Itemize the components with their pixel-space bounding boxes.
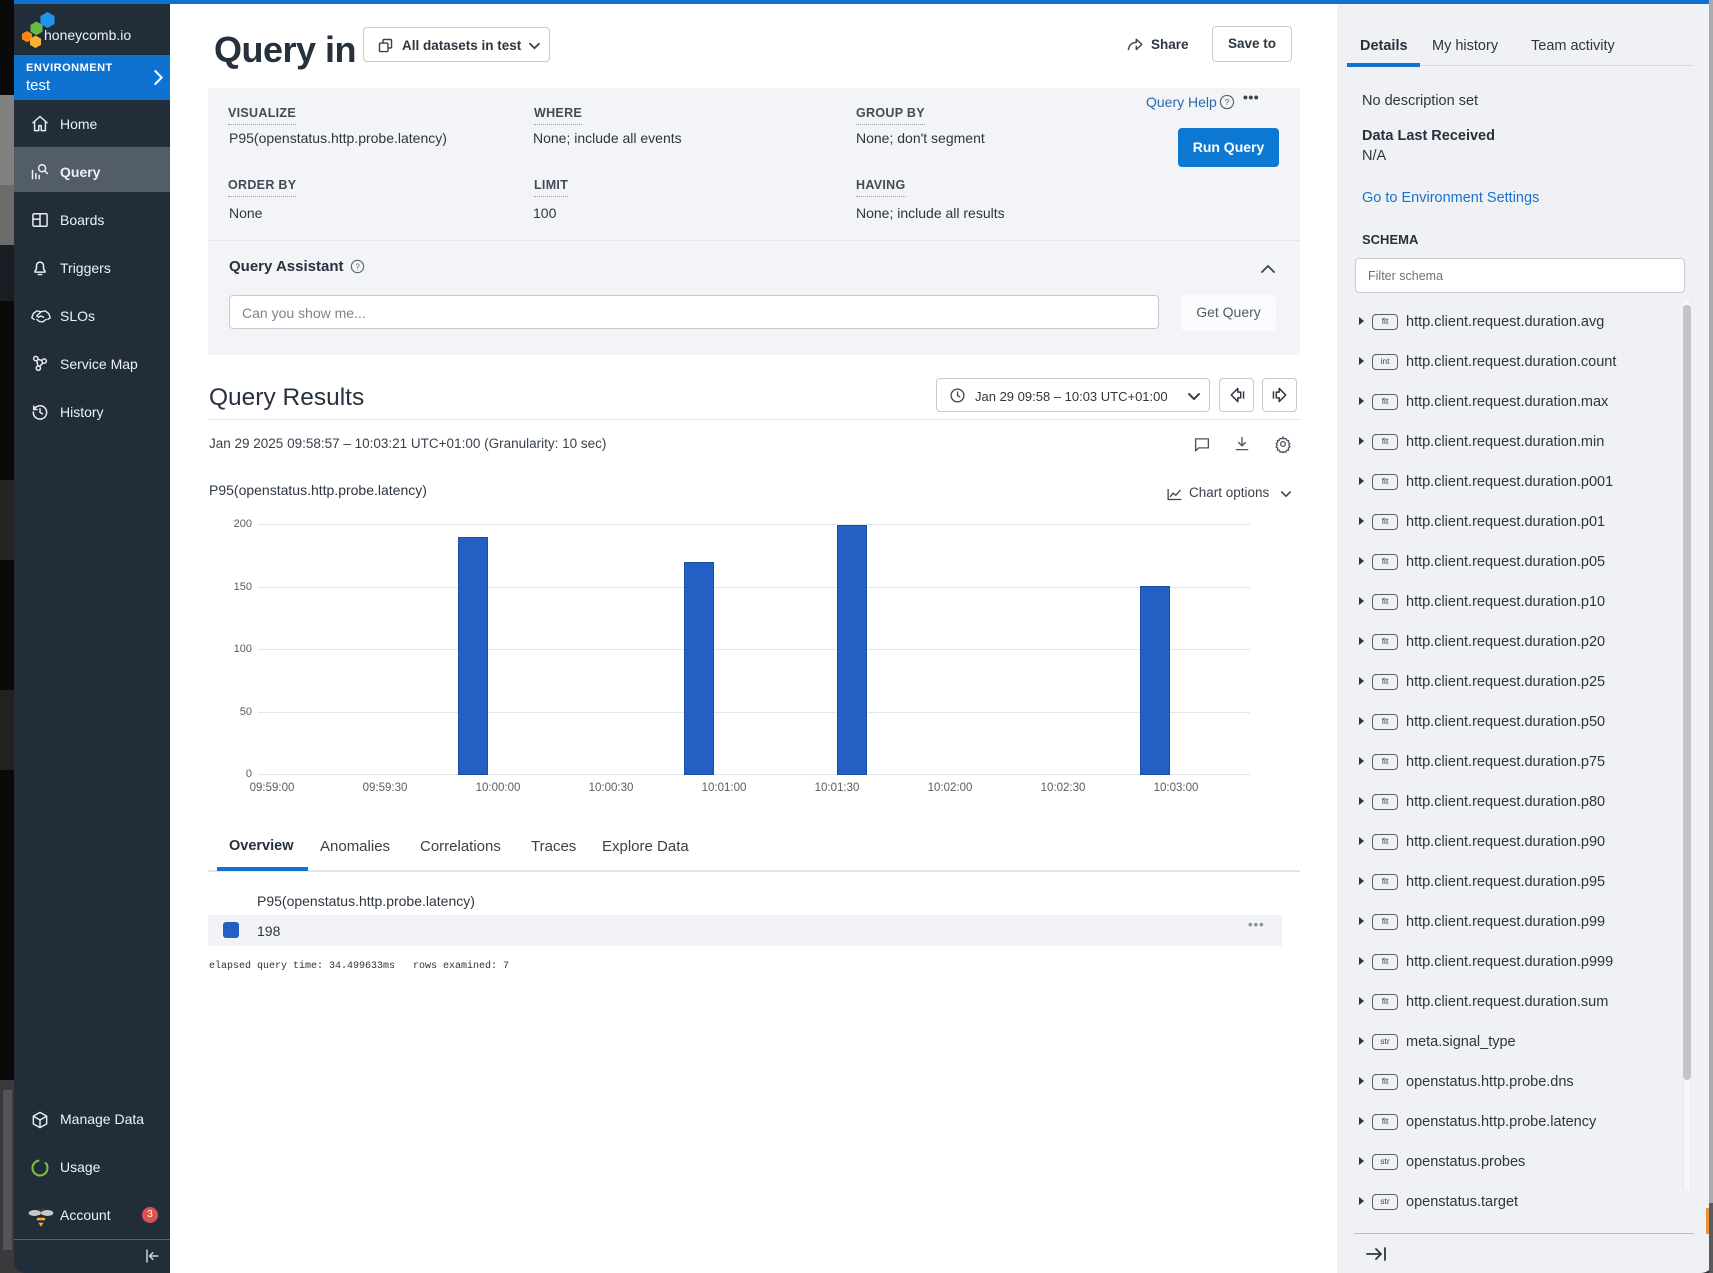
- svg-text:?: ?: [355, 263, 360, 272]
- svg-text:?: ?: [1225, 97, 1230, 107]
